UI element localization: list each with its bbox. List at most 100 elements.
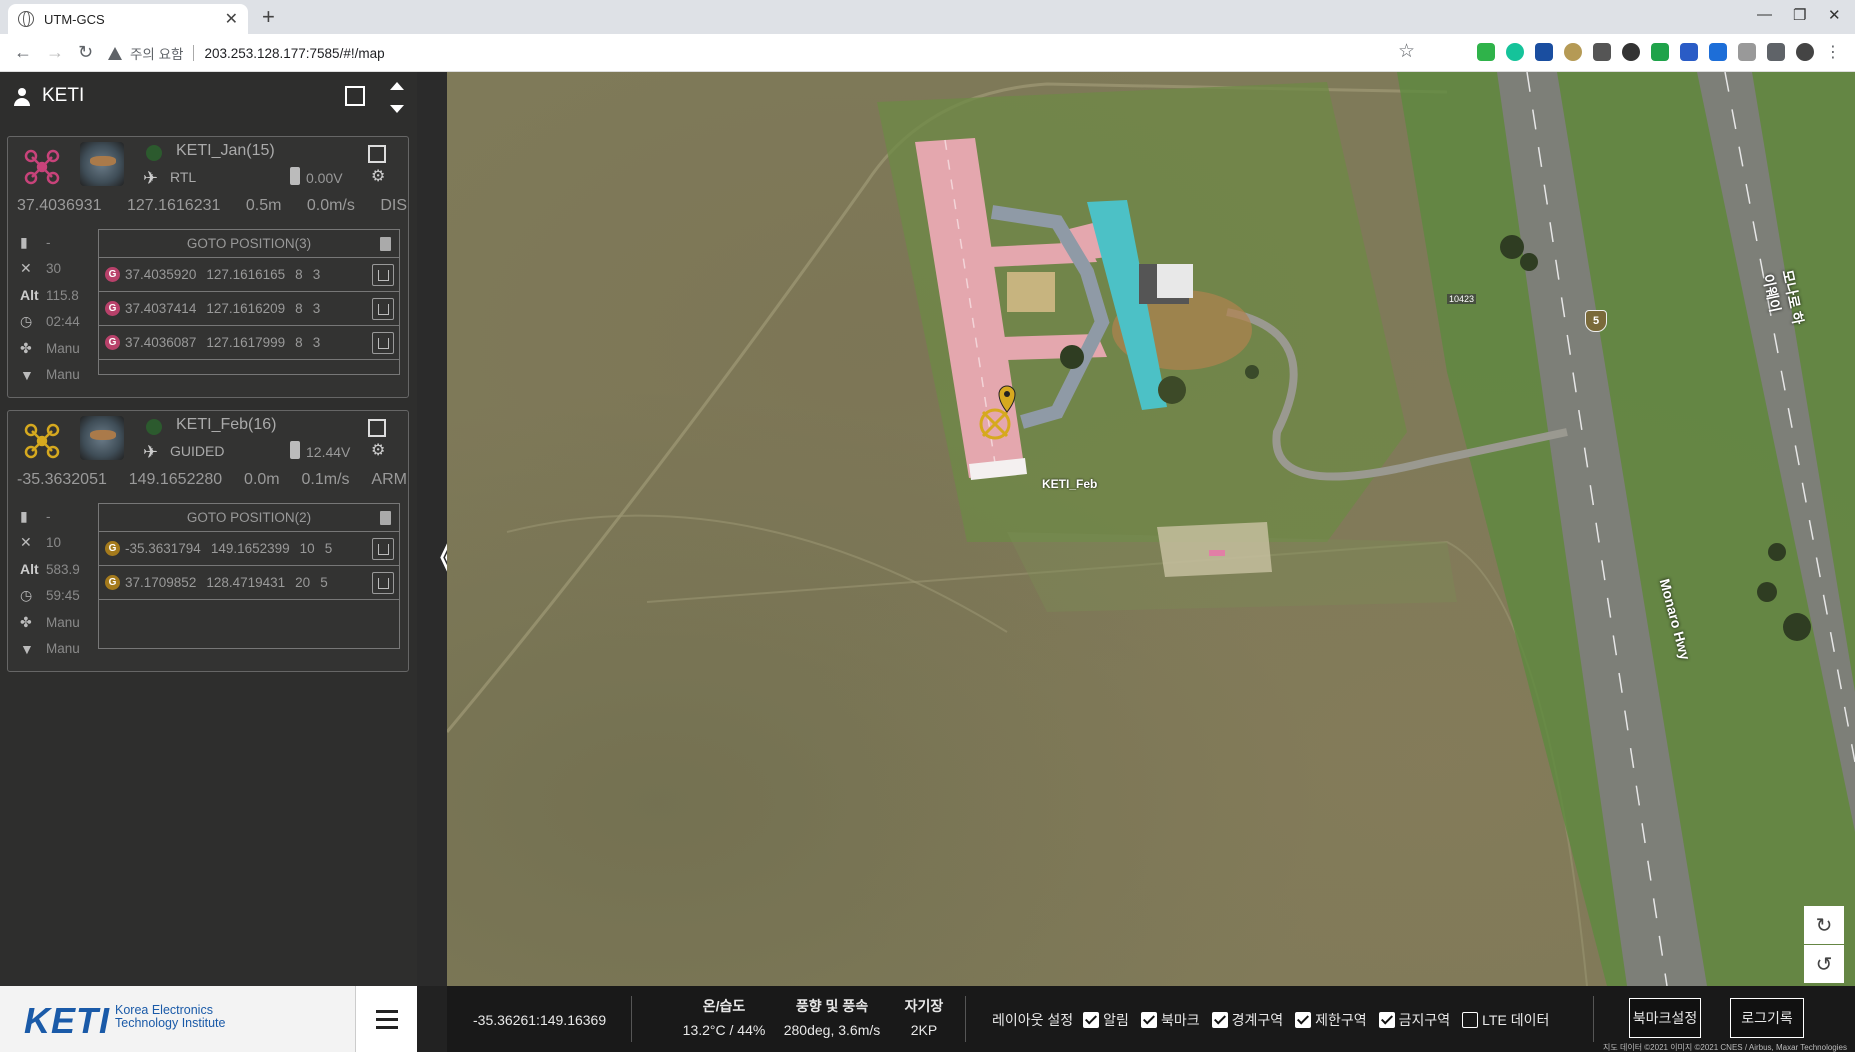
layer-toggle-prohibited[interactable]: 금지구역 bbox=[1378, 1010, 1450, 1030]
document-icon[interactable] bbox=[380, 511, 391, 525]
extension-icon[interactable] bbox=[1709, 43, 1727, 61]
menu-button[interactable] bbox=[355, 986, 417, 1052]
wind-value: 280deg, 3.6m/s bbox=[783, 1022, 881, 1038]
logo-subtitle: Korea Electronics Technology Institute bbox=[115, 1004, 226, 1030]
goto-item[interactable]: G 37.1709852 128.4719431 20 5 bbox=[99, 566, 399, 600]
timer-icon: ◷ bbox=[20, 587, 33, 604]
goto-alt: 8 bbox=[295, 267, 303, 282]
drone-card[interactable]: KETI_Feb(16) ✈ GUIDED 12.44V ⚙ -35.36320… bbox=[7, 410, 409, 672]
drone-select-checkbox[interactable] bbox=[368, 145, 386, 163]
trash-icon[interactable] bbox=[372, 298, 394, 320]
goto-lat: 37.1709852 bbox=[125, 575, 197, 590]
security-label[interactable]: 주의 요함 bbox=[130, 43, 183, 63]
gimbal-mode: Manu bbox=[46, 367, 80, 383]
bookmark-settings-button[interactable]: 북마크설정 bbox=[1629, 998, 1701, 1038]
trash-icon[interactable] bbox=[372, 332, 394, 354]
restore-icon[interactable]: ❐ bbox=[1793, 6, 1806, 24]
divider bbox=[1593, 996, 1594, 1042]
logo-bar: KETI Korea Electronics Technology Instit… bbox=[0, 986, 417, 1052]
select-all-checkbox[interactable] bbox=[345, 86, 365, 106]
layer-toggle-restricted[interactable]: 제한구역 bbox=[1295, 1010, 1367, 1030]
extension-icon[interactable] bbox=[1593, 43, 1611, 61]
checkbox[interactable] bbox=[1462, 1012, 1479, 1028]
extension-icon[interactable] bbox=[1738, 43, 1756, 61]
address-bar[interactable]: 주의 요함 203.253.128.177:7585/#!/map bbox=[108, 38, 1408, 68]
status-list: ▮ - ✕ 10 Alt 583.9 ◷ 59:45 ✤ Manu ▼ Manu bbox=[20, 503, 100, 662]
layer-toggle-alerts[interactable]: 알림 bbox=[1083, 1010, 1129, 1030]
layer-toggle-lte[interactable]: LTE 데이터 bbox=[1462, 1010, 1549, 1030]
layout-label: 레이아웃 설정 bbox=[992, 1012, 1074, 1028]
satellite-count: 30 bbox=[46, 261, 62, 277]
trash-icon[interactable] bbox=[372, 572, 394, 594]
checkbox[interactable] bbox=[1211, 1012, 1228, 1028]
drone-select-checkbox[interactable] bbox=[368, 419, 386, 437]
satellite-map[interactable]: KETI_Feb 5 10423 모나로 하이웨이 Monaro Hwy ↻ ↺ bbox=[447, 72, 1855, 986]
close-tab-icon[interactable]: ✕ bbox=[225, 9, 238, 29]
puzzle-icon[interactable] bbox=[1767, 43, 1785, 61]
gimbal-icon: ▼ bbox=[20, 640, 34, 657]
scroll-up-icon[interactable] bbox=[390, 82, 404, 90]
trash-icon[interactable] bbox=[372, 264, 394, 286]
arm-state: ARM bbox=[371, 471, 407, 488]
layer-label: 북마크 bbox=[1160, 1012, 1200, 1028]
drone-card[interactable]: KETI_Jan(15) ✈ RTL 0.00V ⚙ 37.4036931 12… bbox=[7, 136, 409, 398]
extension-icon[interactable] bbox=[1535, 43, 1553, 61]
back-icon[interactable]: ← bbox=[14, 42, 32, 63]
temp-humidity: 온/습도 13.2°C / 44% bbox=[671, 996, 777, 1038]
wind-label: 풍향 및 풍속 bbox=[795, 998, 869, 1014]
minimize-icon[interactable]: — bbox=[1757, 6, 1772, 23]
signal-value: - bbox=[46, 234, 51, 250]
altitude-label: Alt bbox=[20, 561, 39, 578]
battery-voltage: 0.00V bbox=[306, 170, 343, 186]
new-tab-button[interactable]: + bbox=[262, 4, 275, 30]
layer-label: 알림 bbox=[1103, 1012, 1129, 1028]
document-icon[interactable] bbox=[380, 237, 391, 251]
gear-icon[interactable]: ⚙ bbox=[371, 440, 385, 460]
more-menu-icon[interactable]: ⋮ bbox=[1825, 42, 1841, 62]
goto-lon: 127.1616165 bbox=[206, 267, 286, 282]
layer-toggle-bookmarks[interactable]: 북마크 bbox=[1140, 1010, 1200, 1030]
avatar[interactable] bbox=[1796, 43, 1814, 61]
shield-icon[interactable] bbox=[1651, 43, 1669, 61]
layer-toggle-boundary[interactable]: 경계구역 bbox=[1211, 1010, 1284, 1030]
gear-icon[interactable]: ⚙ bbox=[371, 166, 385, 186]
goto-header: GOTO POSITION(3) bbox=[99, 230, 399, 258]
checkbox[interactable] bbox=[1140, 1012, 1157, 1028]
extension-icon[interactable] bbox=[1564, 43, 1582, 61]
browser-tab[interactable]: UTM-GCS ✕ bbox=[8, 4, 248, 34]
drone-map-label[interactable]: KETI_Feb bbox=[1042, 477, 1097, 491]
layer-label: 경계구역 bbox=[1231, 1012, 1284, 1028]
drone-mode: Manu bbox=[46, 340, 80, 356]
goto-item[interactable]: G 37.4037414 127.1616209 8 3 bbox=[99, 292, 399, 326]
parcel-tag: 10423 bbox=[1447, 294, 1477, 304]
rotate-ccw-button[interactable]: ↺ bbox=[1804, 945, 1844, 983]
browser-toolbar: ← → ↻ 주의 요함 203.253.128.177:7585/#!/map … bbox=[0, 34, 1855, 72]
goto-position-list: GOTO POSITION(3) G 37.4035920 127.161616… bbox=[98, 229, 400, 375]
extension-icon[interactable] bbox=[1477, 43, 1495, 61]
altitude-value: 115.8 bbox=[46, 287, 79, 303]
extension-icon[interactable] bbox=[1622, 43, 1640, 61]
trash-icon[interactable] bbox=[372, 538, 394, 560]
flight-mode: GUIDED bbox=[170, 443, 225, 459]
scroll-down-icon[interactable] bbox=[390, 105, 404, 113]
checkbox[interactable] bbox=[1378, 1012, 1395, 1028]
close-window-icon[interactable]: ✕ bbox=[1828, 6, 1841, 24]
goto-lat: -35.3631794 bbox=[125, 541, 201, 556]
rotate-cw-button[interactable]: ↻ bbox=[1804, 906, 1844, 944]
log-record-button[interactable]: 로그기록 bbox=[1730, 998, 1804, 1038]
goto-item[interactable]: G -35.3631794 149.1652399 10 5 bbox=[99, 532, 399, 566]
checkbox[interactable] bbox=[1083, 1012, 1100, 1028]
extension-icon[interactable] bbox=[1680, 43, 1698, 61]
forward-icon[interactable]: → bbox=[46, 42, 64, 63]
map-canvas bbox=[447, 72, 1855, 986]
grammarly-icon[interactable] bbox=[1506, 43, 1524, 61]
goto-item[interactable]: G 37.4035920 127.1616165 8 3 bbox=[99, 258, 399, 292]
goto-item[interactable]: G 37.4036087 127.1617999 8 3 bbox=[99, 326, 399, 360]
url-text[interactable]: 203.253.128.177:7585/#!/map bbox=[204, 46, 384, 61]
panel-header: KETI bbox=[0, 72, 417, 122]
reload-icon[interactable]: ↻ bbox=[78, 42, 93, 63]
checkbox[interactable] bbox=[1295, 1012, 1312, 1028]
flight-time: 02:44 bbox=[46, 314, 80, 330]
magnetic-field-info: 자기장 2KP bbox=[889, 996, 959, 1038]
bookmark-star-icon[interactable]: ☆ bbox=[1398, 40, 1415, 63]
